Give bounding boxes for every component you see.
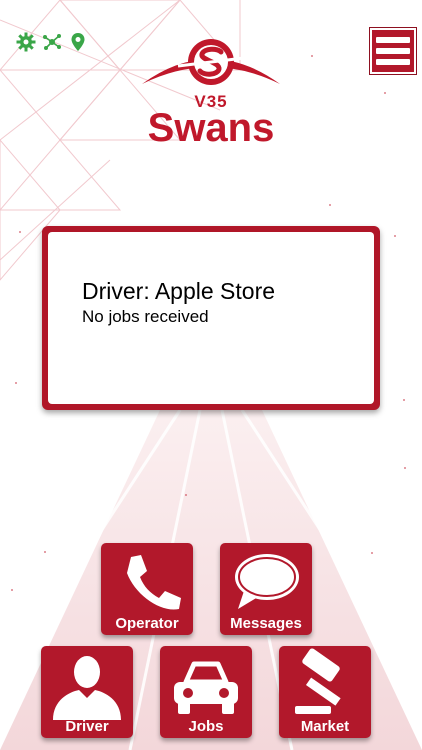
jobs-button[interactable]: Jobs (160, 646, 252, 738)
status-panel-body: Driver: Apple Store No jobs received (48, 232, 374, 404)
app-logo: V35 Swans (138, 36, 284, 148)
swans-logo-mark (142, 39, 280, 85)
gear-icon (16, 32, 36, 52)
brand-name: Swans (147, 106, 275, 150)
operator-label: Operator (115, 615, 179, 632)
status-panel: Driver: Apple Store No jobs received (42, 226, 380, 410)
operator-button[interactable]: Operator (101, 543, 193, 635)
status-indicators (16, 32, 88, 52)
driver-title: Driver: Apple Store (82, 278, 276, 304)
market-label: Market (300, 718, 350, 735)
menu-button[interactable] (370, 28, 416, 74)
job-status-text: No jobs received (82, 307, 209, 326)
messages-button[interactable]: Messages (220, 543, 312, 635)
driver-label: Driver (65, 718, 109, 735)
jobs-label: Jobs (188, 718, 224, 735)
messages-label: Messages (230, 615, 302, 632)
market-button[interactable]: Market (279, 646, 371, 738)
network-icon (43, 34, 61, 50)
hamburger-icon (376, 37, 410, 43)
driver-button[interactable]: Driver (41, 646, 133, 738)
location-pin-icon (71, 33, 85, 51)
